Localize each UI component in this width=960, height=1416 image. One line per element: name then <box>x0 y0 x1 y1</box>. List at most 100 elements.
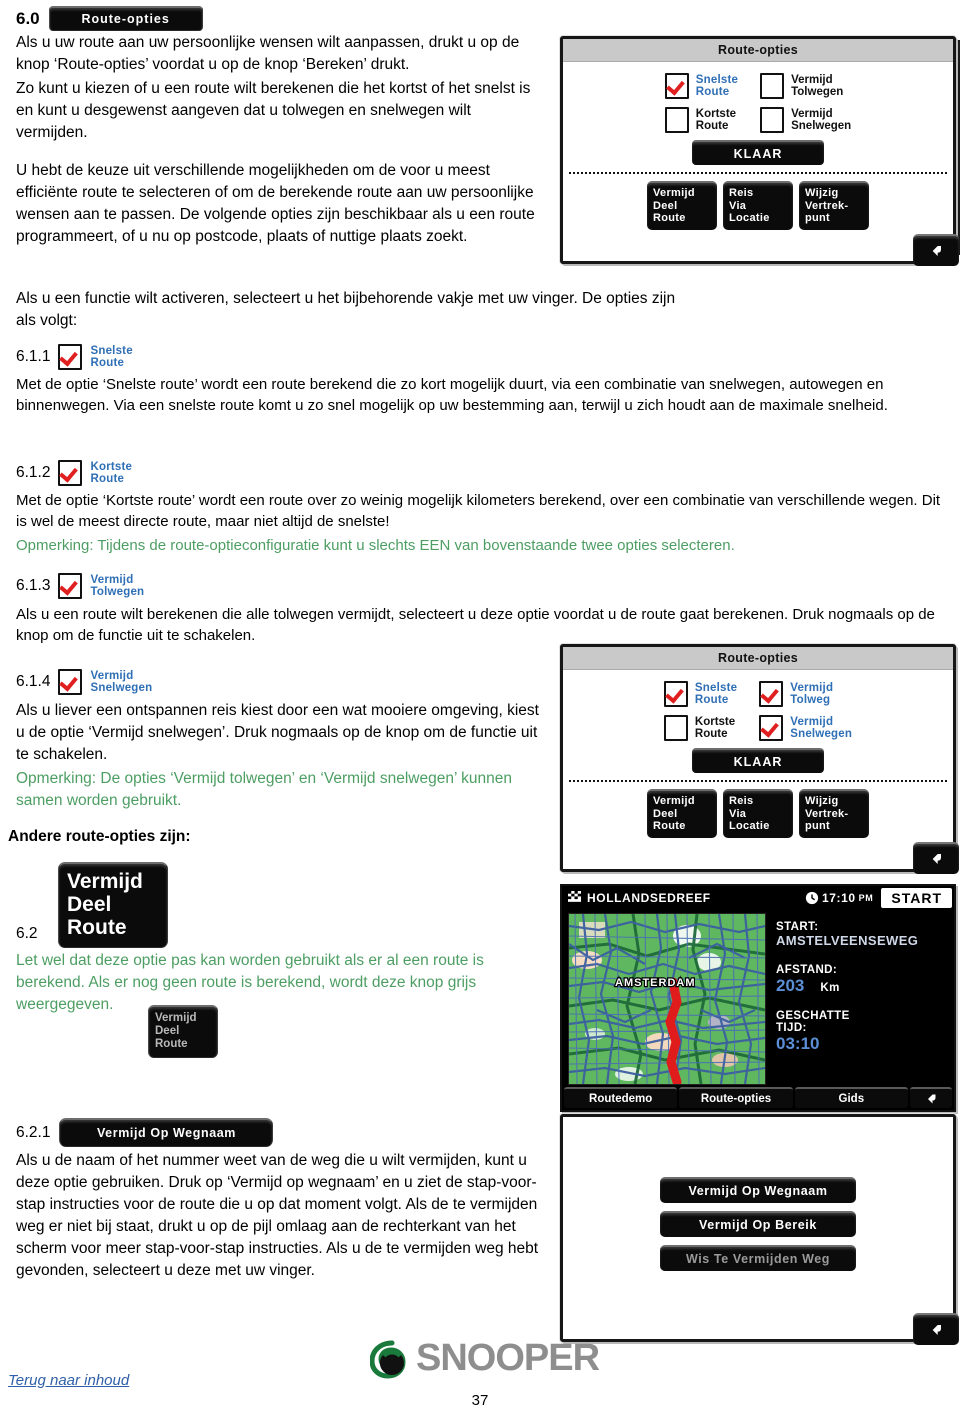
screen1-button-wijzig-vertrekpunt[interactable]: Wijzig Vertrek- punt <box>799 181 869 230</box>
clock-ampm: PM <box>858 892 874 903</box>
section-6-1-3-header: 6.1.3 Vermijd Tolwegen <box>16 573 144 599</box>
screen1-button-reis-via-locatie[interactable]: Reis Via Locatie <box>723 181 793 230</box>
screen2-checkbox-snelste-route[interactable]: Snelste Route <box>663 681 737 707</box>
eta-label-line1: GESCHATTE <box>776 1010 850 1022</box>
checkbox-icon[interactable] <box>663 715 688 741</box>
checkbox-icon[interactable] <box>664 107 689 133</box>
snooper-wordmark: SNOOPER <box>416 1337 600 1379</box>
screen2-checkbox-vermijd-snelwegen[interactable]: Vermijd Snelwegen <box>759 715 852 741</box>
screen-route-options-2[interactable]: Route-opties Snelste Route Vermijd Tolwe… <box>560 644 959 874</box>
screen2-done-button[interactable]: KLAAR <box>692 748 824 773</box>
screen2-checkbox-vermijd-tolweg[interactable]: Vermijd Tolweg <box>759 681 852 707</box>
section-6-1-4-number: 6.1.4 <box>16 673 51 690</box>
section-6-2-note: Let wel dat deze optie pas kan worden ge… <box>16 952 484 1013</box>
section-6-0-paragraph-1: Als u uw route aan uw persoonlijke wense… <box>16 34 520 73</box>
snelste-route-label-line1: Snelste <box>90 344 133 357</box>
start-label: START: <box>776 921 819 933</box>
screen1-back-button[interactable] <box>913 234 959 266</box>
back-arrow-icon <box>932 1325 941 1335</box>
kortste-route-label-line2: Route <box>90 473 125 485</box>
btn-line3: Route <box>653 212 686 224</box>
btn-line1: Wijzig <box>805 187 839 199</box>
route-summary-back-button[interactable] <box>909 1087 952 1108</box>
vermijd-deel-route-button-graphic: Vermijd Deel Route <box>58 862 168 948</box>
vermijd-tolwegen-label-line1: Vermijd <box>90 573 134 586</box>
checkbox-label-line2: Route <box>694 694 729 706</box>
screen1-checkbox-vermijd-tolwegen[interactable]: Vermijd Tolwegen <box>760 73 851 99</box>
checkbox-label-line1: Kortste <box>694 715 736 728</box>
checkbox-icon[interactable] <box>664 73 689 99</box>
distance-unit: Km <box>820 982 840 994</box>
button-vermijd-op-wegnaam[interactable]: Vermijd Op Wegnaam <box>660 1177 856 1203</box>
vdr-dim-line2: Deel <box>155 1025 180 1037</box>
screen-route-summary[interactable]: HOLLANDSEDREEF 17:10 PM START AMSTERDAM … <box>560 884 956 1112</box>
back-arrow-icon <box>932 854 941 864</box>
checkbox-icon[interactable] <box>663 681 688 707</box>
button-vermijd-op-bereik[interactable]: Vermijd Op Bereik <box>660 1211 856 1237</box>
screen1-checkbox-kortste-route[interactable]: Kortste Route <box>664 107 738 133</box>
vdr-dim-line3: Route <box>155 1038 188 1050</box>
snooper-mark-icon <box>370 1340 406 1379</box>
btn-line3: punt <box>805 212 831 224</box>
screen1-done-button[interactable]: KLAAR <box>692 140 824 165</box>
button-wis-te-vermijden-weg[interactable]: Wis Te Vermijden Weg <box>660 1245 856 1271</box>
screen1-checkbox-snelste-route[interactable]: Snelste Route <box>664 73 738 99</box>
back-to-contents-link[interactable]: Terug naar inhoud <box>8 1372 129 1389</box>
vermijd-tolwegen-label-line2: Tolwegen <box>90 586 145 598</box>
tab-route-opties[interactable]: Route-opties <box>679 1087 793 1108</box>
route-summary-main: AMSTERDAM AMSTERDAM START: AMSTELVEENSEW… <box>562 909 954 1085</box>
screen2-checkbox-kortste-route[interactable]: Kortste Route <box>663 715 737 741</box>
screen2-body: Snelste Route Vermijd Tolweg Kortste Rou… <box>563 670 959 874</box>
section-6-1-2-number: 6.1.2 <box>16 464 51 481</box>
section-6-1-1-header: 6.1.1 Snelste Route <box>16 344 133 370</box>
avoid-menu-body: Vermijd Op Wegnaam Vermijd Op Bereik Wis… <box>563 1117 959 1345</box>
btn-line3: Locatie <box>729 820 770 832</box>
screen2-back-button[interactable] <box>913 842 959 874</box>
section-6-1-2-header: 6.1.2 Kortste Route <box>16 460 132 486</box>
avoid-menu-back-button[interactable] <box>913 1313 959 1345</box>
page-number: 37 <box>471 1392 489 1409</box>
checkbox-icon[interactable] <box>759 681 784 707</box>
checkbox-label-line1: Vermijd <box>791 73 833 86</box>
checkbox-icon[interactable] <box>759 715 784 741</box>
screen-route-options-1[interactable]: Route-opties Snelste Route Vermijd Tolwe… <box>560 36 959 266</box>
vdr-line3: Route <box>67 916 127 939</box>
section-6-1-3-body: Als u een route wilt berekenen die alle … <box>16 606 935 644</box>
screen1-checkbox-vermijd-snelwegen[interactable]: Vermijd Snelwegen <box>760 107 851 133</box>
screen2-button-vermijd-deel-route[interactable]: Vermijd Deel Route <box>647 789 717 838</box>
destination-flag-icon <box>568 891 581 904</box>
tab-routedemo[interactable]: Routedemo <box>564 1087 678 1108</box>
screen1-bottom-buttons: Vermijd Deel Route Reis Via Locatie Wijz… <box>563 181 953 230</box>
section-6-2-number: 6.2 <box>16 925 38 942</box>
vdr-line1: Vermijd <box>67 870 143 893</box>
btn-line2: Via <box>729 199 747 212</box>
destination-name: HOLLANDSEDREEF <box>587 890 711 905</box>
checkbox-icon[interactable] <box>760 107 785 133</box>
checkbox-label-line2: Route <box>694 728 728 740</box>
clock-time: 17:10 <box>821 890 856 905</box>
checkbox-icon[interactable] <box>760 73 785 99</box>
section-6-0-paragraph-3: U hebt de keuze uit verschillende mogeli… <box>16 162 535 245</box>
screen2-button-wijzig-vertrekpunt[interactable]: Wijzig Vertrek- punt <box>799 789 869 838</box>
btn-line2: Via <box>729 807 747 820</box>
screen2-bottom-buttons: Vermijd Deel Route Reis Via Locatie Wijz… <box>563 789 953 838</box>
section-6-1-2-note: Opmerking: Tijdens de route-optieconfigu… <box>16 537 735 554</box>
screen1-body: Snelste Route Vermijd Tolwegen Kortste R… <box>563 62 959 266</box>
section-6-2-number-wrap: 6.2 <box>16 925 38 943</box>
map-canvas[interactable]: AMSTERDAM AMSTERDAM <box>568 913 766 1085</box>
checkbox-label-line1: Kortste <box>695 107 737 120</box>
checkbox-label-line2: Tolwegen <box>791 86 844 98</box>
vermijd-snelwegen-checkbox-icon <box>58 669 83 695</box>
back-arrow-icon <box>932 246 941 256</box>
section-6-1-4-body: Als u liever een ontspannen reis kiest d… <box>16 702 539 763</box>
screen2-button-reis-via-locatie[interactable]: Reis Via Locatie <box>723 789 793 838</box>
btn-line2: Deel <box>653 199 678 212</box>
screen1-button-vermijd-deel-route[interactable]: Vermijd Deel Route <box>647 181 717 230</box>
screen-avoid-menu[interactable]: Vermijd Op Wegnaam Vermijd Op Bereik Wis… <box>560 1114 959 1345</box>
section-6-2-1-number: 6.2.1 <box>16 1123 51 1141</box>
start-button[interactable]: START <box>881 887 952 908</box>
vermijd-op-wegnaam-button-graphic: Vermijd Op Wegnaam <box>59 1118 274 1147</box>
tab-gids[interactable]: Gids <box>794 1087 908 1108</box>
eta-label-line2: TIJD: <box>776 1022 807 1034</box>
btn-line1: Vermijd <box>653 795 695 807</box>
